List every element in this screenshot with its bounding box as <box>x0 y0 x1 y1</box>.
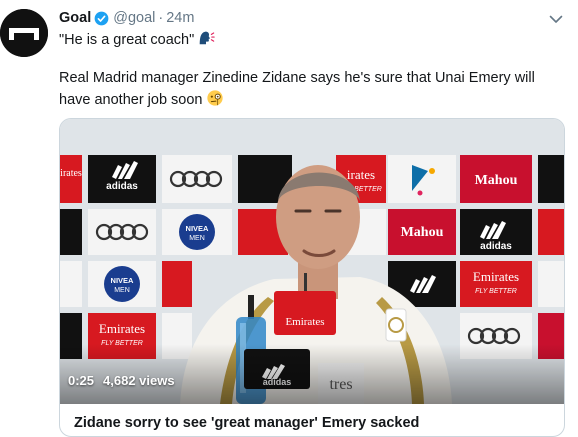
author-handle[interactable]: @goal <box>113 10 155 26</box>
svg-text:FLY BETTER: FLY BETTER <box>475 288 517 295</box>
body-text: Real Madrid manager Zinedine Zidane says… <box>59 70 535 108</box>
timestamp[interactable]: 24m <box>166 10 194 26</box>
svg-text:Mahou: Mahou <box>475 173 518 188</box>
tweet-header: Goal @goal · 24m <box>59 9 194 27</box>
goal-logo-icon <box>0 9 48 57</box>
tweet-quote: "He is a great coach" <box>59 29 215 51</box>
face-with-monocle-emoji <box>206 90 223 106</box>
svg-text:NIVEA: NIVEA <box>186 224 210 233</box>
svg-text:MEN: MEN <box>189 235 205 242</box>
svg-text:Emirates: Emirates <box>99 321 145 336</box>
chevron-down-icon[interactable] <box>547 10 565 28</box>
svg-text:adidas: adidas <box>480 241 512 252</box>
author-name[interactable]: Goal <box>59 10 91 26</box>
separator-dot: · <box>158 10 164 26</box>
avatar[interactable] <box>0 9 48 57</box>
svg-text:adidas: adidas <box>106 181 138 192</box>
verified-badge-icon <box>94 11 109 25</box>
svg-text:Emirates: Emirates <box>285 316 324 328</box>
video-duration: 0:25 <box>68 373 95 388</box>
svg-text:MEN: MEN <box>114 287 130 294</box>
tweet[interactable]: Goal @goal · 24m "He is a great coach" R… <box>0 0 578 437</box>
video-frame: irates adidas irates FLY BETTER Mahou NI… <box>60 119 564 404</box>
svg-text:irates: irates <box>347 167 375 182</box>
svg-text:NIVEA: NIVEA <box>111 276 135 285</box>
tweet-body: Real Madrid manager Zinedine Zidane says… <box>59 68 569 111</box>
video-views: 4,682 views <box>103 373 175 388</box>
video-meta: 0:25 4,682 views <box>68 373 175 388</box>
speaking-head-emoji <box>199 31 215 45</box>
link-card[interactable]: irates adidas irates FLY BETTER Mahou NI… <box>59 118 565 437</box>
video-player[interactable]: irates adidas irates FLY BETTER Mahou NI… <box>60 119 564 404</box>
card-title[interactable]: Zidane sorry to see 'great manager' Emer… <box>74 415 419 431</box>
svg-text:Emirates: Emirates <box>473 269 519 284</box>
svg-text:Mahou: Mahou <box>401 225 444 240</box>
svg-text:irates: irates <box>60 168 82 179</box>
quote-text: "He is a great coach" <box>59 32 195 48</box>
